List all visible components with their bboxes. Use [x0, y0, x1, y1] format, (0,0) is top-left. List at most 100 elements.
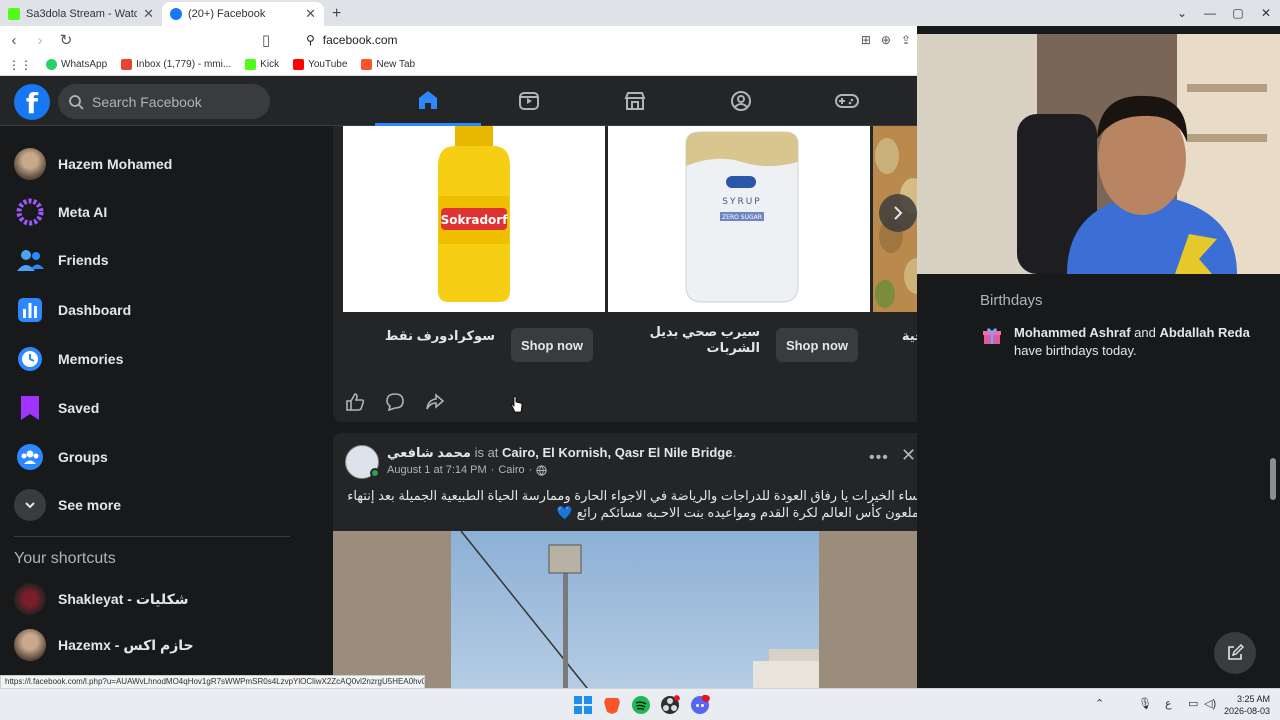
new-message-button[interactable] [1214, 632, 1256, 674]
product-image[interactable]: Sokradorf [343, 126, 605, 312]
tab-kick[interactable]: Sa3dola Stream - Watch Live on Kick ✕ [0, 2, 162, 26]
shortcut-item[interactable]: Hazemx - حازم اكس [14, 625, 194, 665]
page-scrollbar[interactable] [1270, 458, 1276, 500]
bookmark-whatsapp[interactable]: WhatsApp [46, 59, 107, 70]
nav-marketplace[interactable] [582, 76, 688, 126]
carousel-item[interactable]: SYRUP ZERO SUGAR سيرب صحي بديل الشربات S… [608, 126, 870, 376]
sidebar-item-meta-ai[interactable]: Meta AI [14, 192, 107, 232]
feed-post: محمد شافعي is at Cairo, El Kornish, Qasr… [333, 433, 937, 693]
sponsored-post: Sokradorf سوكرادورف نقط Shop now SYRUP Z… [333, 126, 937, 422]
birthday-text[interactable]: Mohammed Ashraf and Abdallah Reda have b… [1014, 324, 1264, 360]
close-tab-icon[interactable]: ✕ [143, 6, 154, 22]
facebook-logo-icon[interactable]: f [14, 84, 50, 120]
compose-icon [1228, 644, 1244, 660]
sidebar-item-friends[interactable]: Friends [14, 240, 109, 280]
nav-gaming[interactable] [794, 76, 900, 126]
microphone-icon[interactable]: 🎙 [1138, 697, 1152, 710]
url-field[interactable]: ⚲ facebook.com [306, 33, 398, 47]
forward-icon[interactable]: › [32, 32, 48, 49]
close-tab-icon[interactable]: ✕ [305, 6, 316, 22]
minimize-icon[interactable]: — [1196, 0, 1224, 26]
youtube-icon [293, 59, 305, 70]
close-icon[interactable]: ✕ [901, 445, 916, 466]
bookmark-new-tab[interactable]: New Tab [361, 59, 415, 70]
spotify-icon[interactable] [631, 695, 651, 715]
clock-date: 2026-08-03 [1224, 706, 1271, 716]
apps-icon[interactable]: ⋮⋮ [8, 58, 32, 72]
bookmark-youtube[interactable]: YouTube [293, 59, 347, 70]
back-icon[interactable]: ‹ [6, 32, 22, 49]
close-window-icon[interactable]: ✕ [1252, 0, 1280, 26]
windows-start-icon[interactable] [573, 695, 593, 715]
meta-ai-icon [14, 196, 46, 228]
product-image[interactable]: SYRUP ZERO SUGAR [608, 126, 870, 312]
tab-facebook[interactable]: (20+) Facebook ✕ [162, 2, 324, 26]
share-icon[interactable] [425, 392, 445, 412]
checkin-place[interactable]: Cairo, El Kornish, Qasr El Nile Bridge [502, 445, 732, 460]
tab-title: Sa3dola Stream - Watch Live on Kick [26, 8, 138, 20]
network-icon[interactable]: ▭ [1188, 697, 1198, 710]
bookmark-icon[interactable]: ▯ [258, 31, 274, 49]
bookmark-gmail[interactable]: Inbox (1,779) - mmi... [121, 59, 231, 70]
translate-icon[interactable]: ⊞ [861, 33, 871, 47]
new-tab-button[interactable]: + [332, 2, 341, 26]
author-name[interactable]: محمد شافعي [387, 445, 471, 460]
search-input[interactable] [92, 93, 252, 110]
comment-icon[interactable] [385, 392, 405, 412]
tray-overflow-icon[interactable]: ⌃ [1095, 697, 1104, 710]
search-box[interactable] [58, 84, 270, 119]
input-language[interactable]: ع [1165, 697, 1172, 710]
brave-icon[interactable] [602, 695, 622, 715]
sidebar-item-label: See more [58, 497, 122, 513]
tab-search-icon[interactable]: ⌄ [1168, 0, 1196, 26]
bookmark-kick[interactable]: Kick [245, 59, 279, 70]
nav-groups[interactable] [688, 76, 794, 126]
nav-home[interactable] [375, 76, 481, 126]
zoom-icon[interactable]: ⊕ [881, 33, 891, 47]
sidebar-item-see-more[interactable]: See more [14, 485, 121, 525]
shortcut-avatar [14, 583, 46, 615]
sidebar-item-label: Memories [58, 351, 124, 367]
address-bar-actions: ⊞ ⊕ ⇪ [861, 33, 911, 47]
sidebar-item-profile[interactable]: Hazem Mohamed [14, 144, 172, 184]
bookmark-label: WhatsApp [61, 59, 108, 70]
shop-now-button[interactable]: Shop now [511, 328, 593, 362]
facebook-favicon-icon [170, 8, 182, 20]
more-options-icon[interactable]: ••• [869, 449, 889, 467]
site-info-icon[interactable]: ⚲ [306, 33, 315, 47]
post-header: محمد شافعي is at Cairo, El Kornish, Qasr… [387, 445, 736, 461]
birthdays-heading: Birthdays [980, 292, 1043, 309]
shortcut-item[interactable]: Shakleyat - شكليات [14, 579, 189, 619]
online-status-icon [370, 468, 380, 478]
birthday-name[interactable]: Abdallah Reda [1160, 325, 1250, 340]
reload-icon[interactable]: ↻ [58, 31, 74, 49]
nav-video[interactable] [476, 76, 582, 126]
sidebar-item-memories[interactable]: Memories [14, 339, 123, 379]
sidebar-item-saved[interactable]: Saved [14, 388, 99, 428]
post-location[interactable]: Cairo [498, 464, 524, 476]
volume-icon[interactable]: ◁) [1204, 697, 1216, 710]
sidebar-item-dashboard[interactable]: Dashboard [14, 290, 131, 330]
marketplace-icon [624, 92, 646, 110]
carousel-next-button[interactable] [879, 194, 917, 232]
shortcut-avatar [14, 629, 46, 661]
sidebar-item-label: Meta AI [58, 204, 108, 220]
right-sidebar: Birthdays Mohammed Ashraf and Abdallah R… [917, 274, 1280, 688]
obs-icon[interactable] [660, 695, 680, 715]
carousel-item[interactable]: Sokradorf سوكرادورف نقط Shop now [343, 126, 605, 376]
friends-icon [14, 244, 46, 276]
share-icon[interactable]: ⇪ [901, 33, 911, 47]
system-clock[interactable]: 3:25 AM 2026-08-03 [1224, 693, 1270, 717]
post-date[interactable]: August 1 at 7:14 PM [387, 464, 487, 476]
shortcuts-heading: Your shortcuts [14, 550, 116, 567]
shop-now-button[interactable]: Shop now [776, 328, 858, 362]
birthday-name[interactable]: Mohammed Ashraf [1014, 325, 1131, 340]
shortcut-label: Shakleyat - شكليات [58, 590, 189, 607]
post-image[interactable] [333, 530, 937, 693]
maximize-icon[interactable]: ▢ [1224, 0, 1252, 26]
bookmark-label: Kick [260, 59, 280, 70]
sidebar-item-groups[interactable]: Groups [14, 437, 108, 477]
discord-icon[interactable] [690, 695, 710, 715]
like-icon[interactable] [345, 392, 365, 412]
status-url: https://l.facebook.com/l.php?u=AUAWvLhno… [0, 675, 425, 689]
